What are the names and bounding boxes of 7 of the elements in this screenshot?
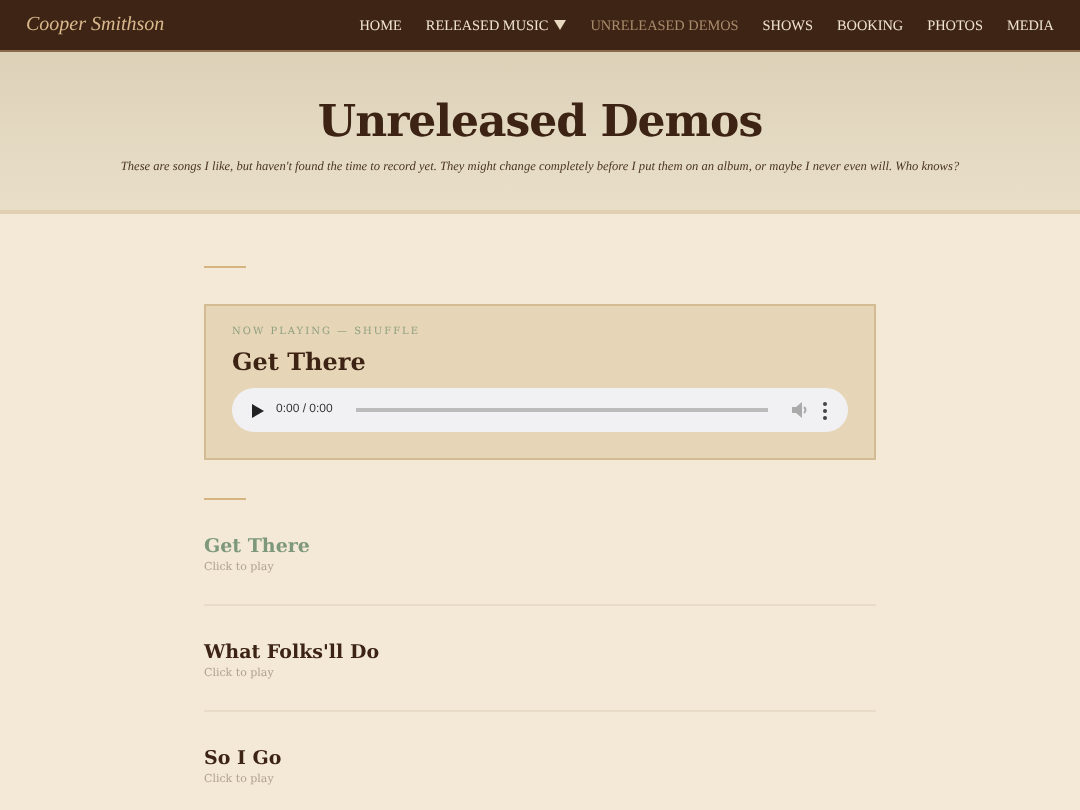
page-title: Unreleased Demos (317, 96, 763, 148)
now-playing-title: Get There (232, 348, 368, 376)
song-title[interactable]: What Folks'll Do (204, 642, 380, 664)
site-title-link[interactable]: Cooper Smithson (26, 14, 165, 36)
play-icon[interactable] (252, 403, 264, 417)
song-title[interactable]: So I Go (204, 748, 282, 770)
more-icon[interactable] (822, 401, 828, 419)
